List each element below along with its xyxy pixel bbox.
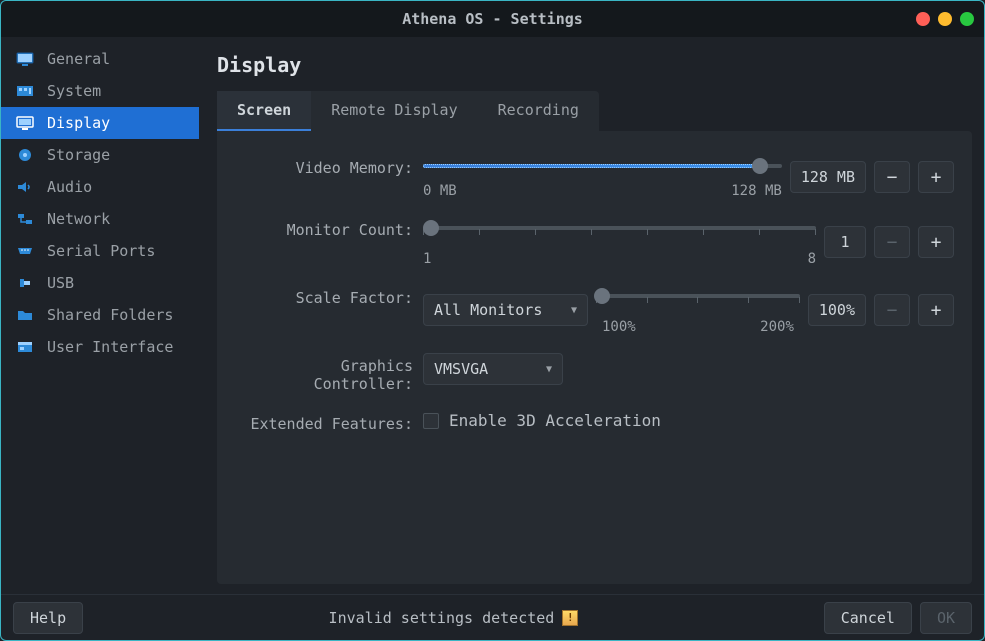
monitor-count-slider[interactable]: [423, 217, 816, 239]
titlebar: Athena OS - Settings: [1, 1, 984, 37]
status-bar: Invalid settings detected !: [93, 609, 814, 627]
sidebar-label: Shared Folders: [47, 306, 173, 324]
video-memory-value[interactable]: 128 MB: [790, 161, 866, 193]
window-title: Athena OS - Settings: [402, 10, 583, 28]
sidebar-label: Network: [47, 210, 110, 228]
cancel-button[interactable]: Cancel: [824, 602, 912, 634]
enable-3d-checkbox-row[interactable]: Enable 3D Acceleration: [423, 411, 661, 430]
sidebar-item-shared-folders[interactable]: Shared Folders: [1, 299, 199, 331]
tab-remote-display[interactable]: Remote Display: [311, 91, 477, 131]
video-memory-plus-button[interactable]: +: [918, 161, 954, 193]
scale-factor-max: 200%: [760, 319, 794, 335]
scale-factor-value[interactable]: 100%: [808, 294, 866, 326]
sidebar-label: USB: [47, 274, 74, 292]
sidebar-label: General: [47, 50, 110, 68]
scale-factor-plus-button[interactable]: +: [918, 294, 954, 326]
window-maximize-icon[interactable]: [938, 12, 952, 26]
chevron-down-icon: ▼: [571, 305, 577, 316]
footer: Help Invalid settings detected ! Cancel …: [1, 594, 984, 640]
slider-thumb-icon[interactable]: [423, 220, 439, 236]
content-panel: Display Screen Remote Display Recording …: [199, 37, 984, 594]
status-text: Invalid settings detected: [329, 609, 555, 627]
extended-features-label: Extended Features:: [235, 411, 413, 433]
tab-recording[interactable]: Recording: [478, 91, 599, 131]
monitor-count-row: Monitor Count: 1 8: [235, 217, 954, 267]
window-controls: [916, 12, 974, 26]
sidebar: General System Display Storage Audio: [1, 37, 199, 594]
sidebar-item-system[interactable]: System: [1, 75, 199, 107]
monitor-count-plus-button[interactable]: +: [918, 226, 954, 258]
usb-icon: [15, 275, 35, 291]
network-icon: [15, 211, 35, 227]
video-memory-label: Video Memory:: [235, 155, 413, 177]
main-area: General System Display Storage Audio: [1, 37, 984, 594]
monitor-count-value[interactable]: 1: [824, 226, 866, 258]
sidebar-item-audio[interactable]: Audio: [1, 171, 199, 203]
graphics-controller-row: Graphics Controller: VMSVGA ▼: [235, 353, 954, 393]
chevron-down-icon: ▼: [546, 364, 552, 375]
scale-factor-dropdown[interactable]: All Monitors ▼: [423, 294, 588, 326]
video-memory-min: 0 MB: [423, 183, 457, 199]
graphics-controller-dropdown[interactable]: VMSVGA ▼: [423, 353, 563, 385]
sidebar-label: User Interface: [47, 338, 173, 356]
help-button[interactable]: Help: [13, 602, 83, 634]
sidebar-label: Storage: [47, 146, 110, 164]
serial-icon: [15, 243, 35, 259]
window-close-icon[interactable]: [960, 12, 974, 26]
slider-thumb-icon[interactable]: [752, 158, 768, 174]
sidebar-item-network[interactable]: Network: [1, 203, 199, 235]
dropdown-value: VMSVGA: [434, 360, 488, 378]
monitor-count-label: Monitor Count:: [235, 217, 413, 239]
checkbox-label: Enable 3D Acceleration: [449, 411, 661, 430]
sidebar-item-display[interactable]: Display: [1, 107, 199, 139]
video-memory-slider[interactable]: [423, 155, 782, 177]
scale-factor-slider[interactable]: [596, 285, 800, 307]
speaker-icon: [15, 179, 35, 195]
sidebar-label: Serial Ports: [47, 242, 155, 260]
monitor-count-min: 1: [423, 251, 431, 267]
window-minimize-icon[interactable]: [916, 12, 930, 26]
sidebar-item-serial-ports[interactable]: Serial Ports: [1, 235, 199, 267]
extended-features-row: Extended Features: Enable 3D Acceleratio…: [235, 411, 954, 433]
video-memory-row: Video Memory: 0 MB 128 MB: [235, 155, 954, 199]
folder-icon: [15, 307, 35, 323]
video-memory-minus-button[interactable]: −: [874, 161, 910, 193]
tab-screen[interactable]: Screen: [217, 91, 311, 131]
sidebar-label: Audio: [47, 178, 92, 196]
dropdown-value: All Monitors: [434, 301, 542, 319]
sidebar-label: Display: [47, 114, 110, 132]
scale-factor-row: Scale Factor: All Monitors ▼: [235, 285, 954, 335]
tabbar: Screen Remote Display Recording: [217, 91, 599, 131]
monitor-count-minus-button[interactable]: −: [874, 226, 910, 258]
settings-panel: Video Memory: 0 MB 128 MB: [217, 131, 972, 584]
monitor-icon: [15, 51, 35, 67]
video-memory-max: 128 MB: [731, 183, 782, 199]
sidebar-item-user-interface[interactable]: User Interface: [1, 331, 199, 363]
disk-icon: [15, 147, 35, 163]
sidebar-label: System: [47, 82, 101, 100]
checkbox-icon[interactable]: [423, 413, 439, 429]
page-title: Display: [217, 53, 972, 77]
scale-factor-min: 100%: [602, 319, 636, 335]
display-icon: [15, 115, 35, 131]
warning-icon: !: [562, 610, 578, 626]
ok-button[interactable]: OK: [920, 602, 972, 634]
sidebar-item-storage[interactable]: Storage: [1, 139, 199, 171]
scale-factor-label: Scale Factor:: [235, 285, 413, 307]
board-icon: [15, 83, 35, 99]
graphics-controller-label: Graphics Controller:: [235, 353, 413, 393]
scale-factor-minus-button[interactable]: −: [874, 294, 910, 326]
sidebar-item-usb[interactable]: USB: [1, 267, 199, 299]
sidebar-item-general[interactable]: General: [1, 43, 199, 75]
slider-thumb-icon[interactable]: [594, 288, 610, 304]
monitor-count-max: 8: [808, 251, 816, 267]
ui-icon: [15, 339, 35, 355]
